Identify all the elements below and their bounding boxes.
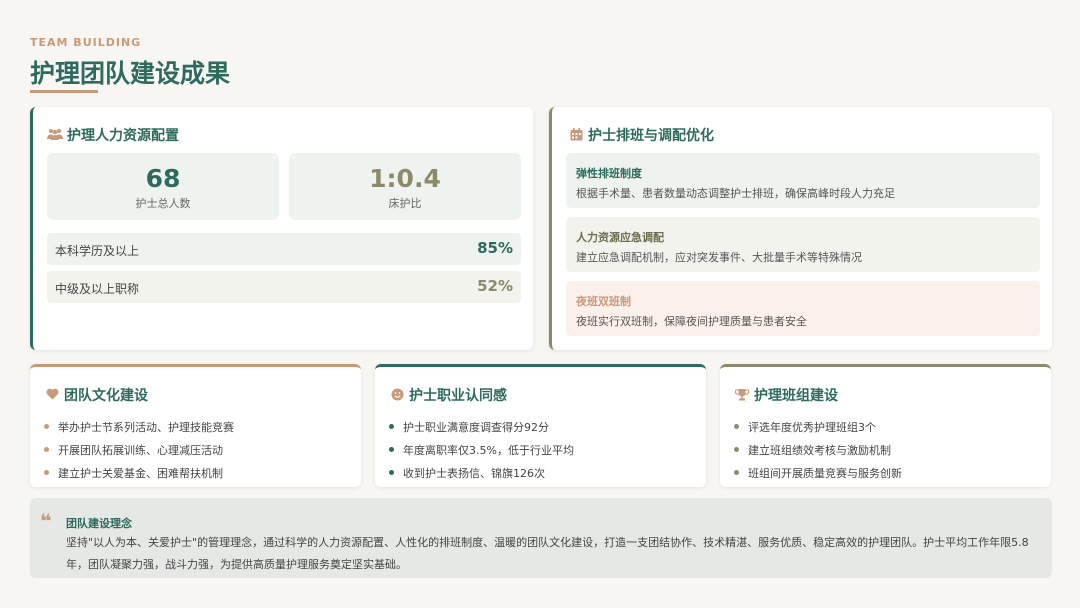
schedule-item-desc: 建立应急调配机制，应对突发事件、大批量手术等特殊情况 — [576, 251, 862, 264]
quote-icon: ❝ — [40, 509, 52, 533]
team-group-title: 护理班组建设 — [734, 385, 838, 405]
eyebrow-label: TEAM BUILDING — [30, 36, 142, 49]
stat-value: 68 — [145, 164, 181, 193]
scheduling-title: 护士排班与调配优化 — [568, 125, 714, 145]
row-value: 52% — [477, 277, 513, 295]
calendar-icon — [568, 128, 584, 142]
people-icon — [47, 128, 63, 142]
heart-icon — [44, 388, 60, 402]
culture-card: 团队文化建设 举办护士节系列活动、护理技能竞赛 开展团队拓展训练、心理减压活动 … — [30, 364, 361, 487]
list-item: 收到护士表扬信、锦旗126次 — [389, 461, 574, 484]
team-group-card: 护理班组建设 评选年度优秀护理班组3个 建立班组绩效考核与激励机制 班组间开展质… — [720, 364, 1051, 487]
hr-config-card: 护理人力资源配置 68 护士总人数 1:0.4 床护比 本科学历及以上 85% … — [30, 107, 533, 350]
list-item: 建立护士关爱基金、困难帮扶机制 — [44, 461, 234, 484]
row-label: 中级及以上职称 — [55, 282, 140, 296]
page-title: 护理团队建设成果 — [30, 59, 231, 88]
identity-title: 护士职业认同感 — [389, 385, 507, 405]
bullet-dot — [734, 424, 739, 429]
schedule-item-flexible: 弹性排班制度 根据手术量、患者数量动态调整护士排班，确保高峰时段人力充足 — [566, 153, 1040, 208]
schedule-item-night-shift: 夜班双班制 夜班实行双班制，保障夜间护理质量与患者安全 — [566, 281, 1040, 336]
bullet-dot — [44, 447, 49, 452]
smile-icon — [389, 388, 405, 402]
stat-bed-nurse-ratio: 1:0.4 床护比 — [289, 153, 521, 220]
philosophy-body: 坚持"以人为本、关爱护士"的管理理念，通过科学的人力资源配置、人性化的排班制度、… — [66, 536, 1029, 571]
bullet-dot — [389, 424, 394, 429]
list-item: 建立班组绩效考核与激励机制 — [734, 438, 902, 461]
title-underline — [30, 90, 98, 93]
bullet-dot — [734, 470, 739, 475]
identity-list: 护士职业满意度调查得分92分 年度离职率仅3.5%，低于行业平均 收到护士表扬信… — [389, 415, 574, 484]
bullet-dot — [389, 470, 394, 475]
identity-card: 护士职业认同感 护士职业满意度调查得分92分 年度离职率仅3.5%，低于行业平均… — [375, 364, 706, 487]
row-bachelor: 本科学历及以上 85% — [47, 233, 521, 265]
stat-value: 1:0.4 — [369, 164, 441, 193]
schedule-item-emergency: 人力资源应急调配 建立应急调配机制，应对突发事件、大批量手术等特殊情况 — [566, 217, 1040, 272]
stat-label: 护士总人数 — [135, 197, 191, 210]
row-intermediate-title: 中级及以上职称 52% — [47, 271, 521, 303]
culture-list: 举办护士节系列活动、护理技能竞赛 开展团队拓展训练、心理减压活动 建立护士关爱基… — [44, 415, 234, 484]
scheduling-card: 护士排班与调配优化 弹性排班制度 根据手术量、患者数量动态调整护士排班，确保高峰… — [549, 107, 1052, 350]
list-item: 评选年度优秀护理班组3个 — [734, 415, 902, 438]
bullet-dot — [389, 447, 394, 452]
schedule-item-title: 弹性排班制度 — [576, 167, 642, 180]
list-item: 班组间开展质量竞赛与服务创新 — [734, 461, 902, 484]
bullet-dot — [44, 470, 49, 475]
philosophy-callout: ❝ 团队建设理念 坚持"以人为本、关爱护士"的管理理念，通过科学的人力资源配置、… — [30, 498, 1052, 578]
list-item: 举办护士节系列活动、护理技能竞赛 — [44, 415, 234, 438]
list-item: 开展团队拓展训练、心理减压活动 — [44, 438, 234, 461]
row-label: 本科学历及以上 — [55, 244, 140, 258]
bullet-dot — [734, 447, 739, 452]
bullet-dot — [44, 424, 49, 429]
hr-config-title: 护理人力资源配置 — [47, 125, 179, 145]
stat-total-nurses: 68 护士总人数 — [47, 153, 279, 220]
schedule-item-desc: 夜班实行双班制，保障夜间护理质量与患者安全 — [576, 315, 807, 328]
schedule-item-desc: 根据手术量、患者数量动态调整护士排班，确保高峰时段人力充足 — [576, 187, 895, 200]
stat-label: 床护比 — [388, 197, 422, 210]
list-item: 护士职业满意度调查得分92分 — [389, 415, 574, 438]
row-value: 85% — [477, 239, 513, 257]
trophy-icon — [734, 388, 750, 402]
schedule-item-title: 人力资源应急调配 — [576, 231, 664, 244]
list-item: 年度离职率仅3.5%，低于行业平均 — [389, 438, 574, 461]
philosophy-title: 团队建设理念 — [66, 517, 132, 530]
team-group-list: 评选年度优秀护理班组3个 建立班组绩效考核与激励机制 班组间开展质量竞赛与服务创… — [734, 415, 902, 484]
culture-title: 团队文化建设 — [44, 385, 148, 405]
schedule-item-title: 夜班双班制 — [576, 295, 631, 308]
